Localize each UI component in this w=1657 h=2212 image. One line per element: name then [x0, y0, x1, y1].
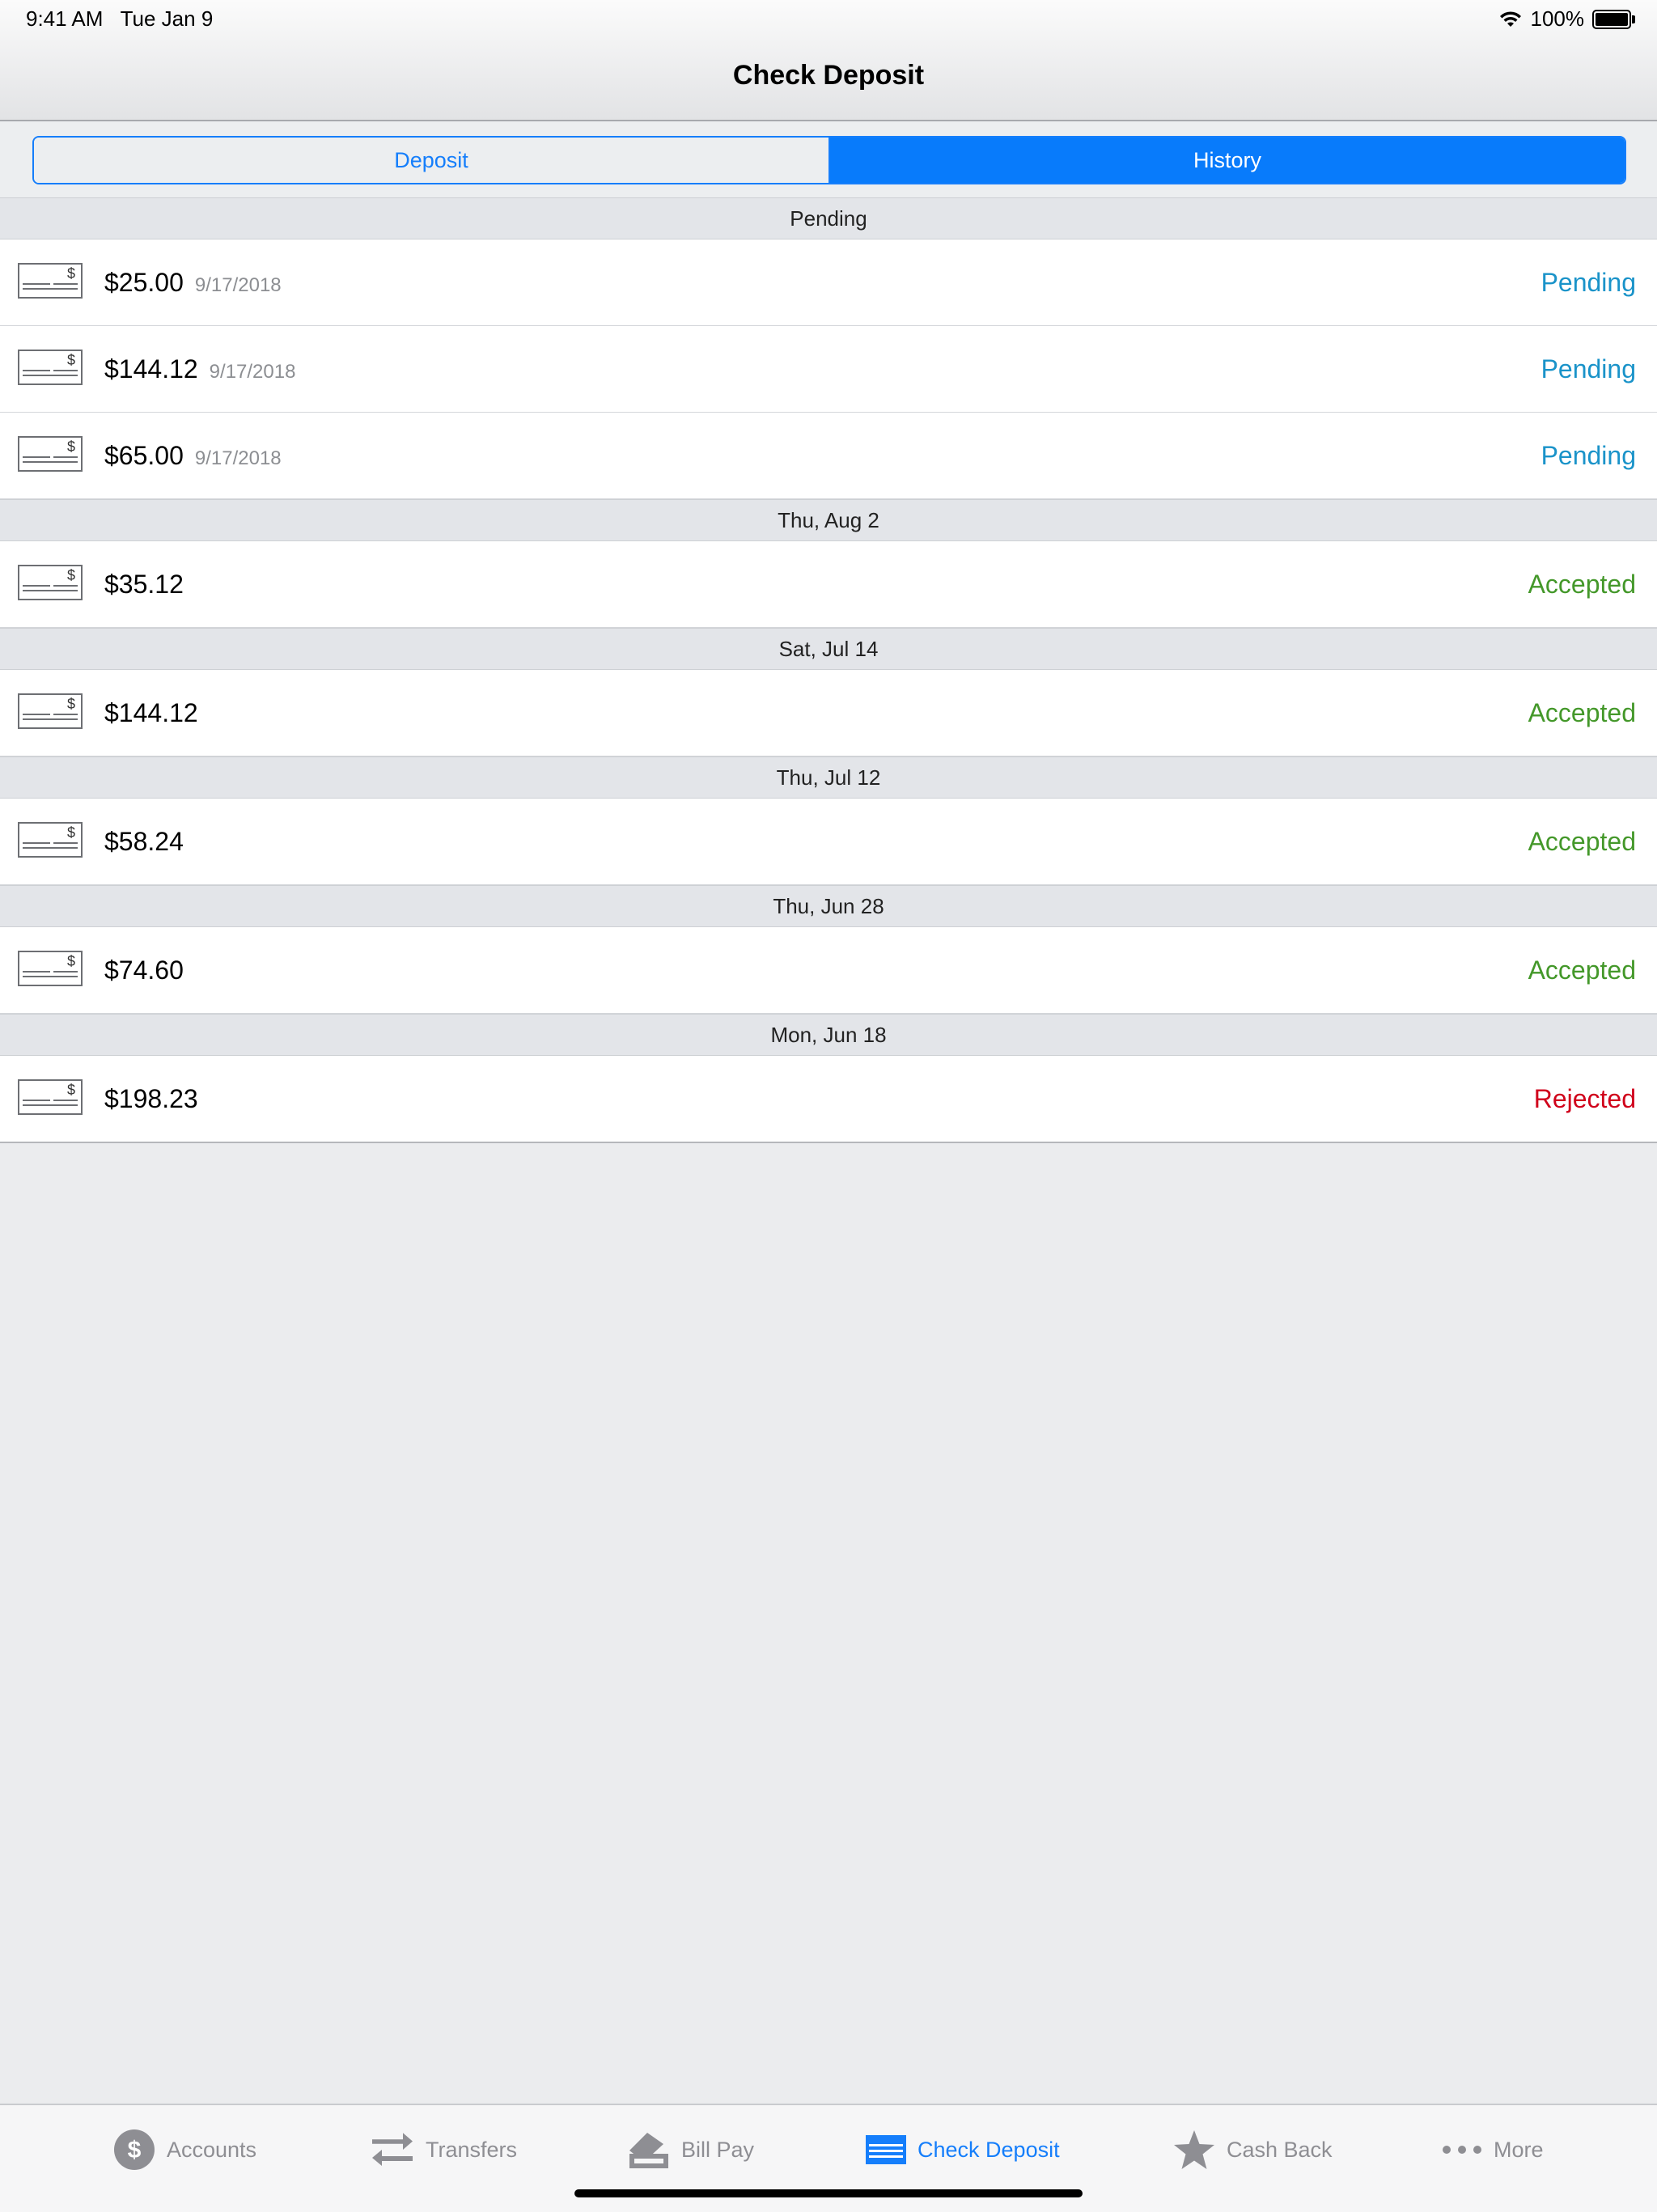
status-time: 9:41 AM [26, 6, 104, 31]
deposit-amount-group: $144.12 9/17/2018 [104, 354, 295, 384]
svg-text:$: $ [67, 953, 75, 969]
deposit-status: Accepted [1528, 697, 1636, 727]
deposit-amount: $144.12 [104, 354, 198, 383]
deposit-amount: $25.00 [104, 267, 184, 297]
tab-bill-pay[interactable]: Bill Pay [628, 2129, 754, 2170]
segment-container: Deposit History [0, 121, 1657, 199]
deposit-amount-group: $25.00 9/17/2018 [104, 268, 282, 298]
deposit-amount: $198.23 [104, 1083, 198, 1113]
bill-pay-icon [629, 2133, 668, 2168]
svg-text:$: $ [128, 2137, 142, 2163]
home-indicator [574, 2189, 1083, 2197]
deposit-amount-group: $198.23 [104, 1084, 198, 1114]
deposit-amount: $74.60 [104, 955, 184, 985]
section-header: Sat, Jul 14 [0, 628, 1657, 670]
svg-text:$: $ [67, 1082, 75, 1098]
section-header: Thu, Jun 28 [0, 885, 1657, 927]
tab-check-deposit[interactable]: Check Deposit [866, 2129, 1060, 2170]
deposit-row[interactable]: $ $65.00 9/17/2018 Pending [0, 413, 1657, 499]
battery-percent: 100% [1530, 6, 1585, 31]
status-bar-time: 9:41 AM Tue Jan 9 [26, 6, 213, 32]
battery-icon [1592, 9, 1635, 29]
deposit-row[interactable]: $ $58.24 Accepted [0, 799, 1657, 885]
section-header: Thu, Aug 2 [0, 499, 1657, 541]
deposit-amount-group: $74.60 [104, 956, 184, 985]
deposit-row[interactable]: $ $144.12 9/17/2018 Pending [0, 326, 1657, 413]
deposit-date: 9/17/2018 [194, 273, 282, 296]
deposit-status: Accepted [1528, 569, 1636, 599]
transfer-arrows-icon [372, 2133, 413, 2166]
deposit-row[interactable]: $ $25.00 9/17/2018 Pending [0, 239, 1657, 326]
more-dots-icon [1443, 2146, 1481, 2154]
deposit-amount: $65.00 [104, 440, 184, 470]
tab-label: Accounts [167, 2137, 257, 2162]
section-header: Thu, Jul 12 [0, 756, 1657, 799]
tab-label: Transfers [426, 2137, 518, 2162]
tab-label: Cash Back [1227, 2137, 1333, 2162]
deposit-status: Pending [1540, 440, 1636, 470]
check-icon: $ [18, 263, 83, 299]
deposit-status: Pending [1540, 354, 1636, 383]
segment-history[interactable]: History [830, 138, 1625, 183]
deposit-date: 9/17/2018 [209, 360, 296, 383]
section-header: Pending [0, 197, 1657, 239]
segmented-control: Deposit History [32, 136, 1626, 184]
deposit-status: Pending [1540, 267, 1636, 297]
deposit-status: Accepted [1528, 955, 1636, 985]
deposit-row[interactable]: $ $198.23 Rejected [0, 1056, 1657, 1143]
navigation-bar: 9:41 AM Tue Jan 9 100% Check Deposit [0, 0, 1657, 121]
deposit-amount: $35.12 [104, 569, 184, 599]
deposit-amount-group: $35.12 [104, 570, 184, 600]
page-title: Check Deposit [732, 60, 925, 91]
tab-label: Bill Pay [681, 2137, 755, 2162]
svg-text:$: $ [67, 352, 75, 368]
tab-label: More [1494, 2137, 1544, 2162]
dollar-icon: $ [114, 2129, 155, 2170]
svg-text:$: $ [67, 824, 75, 841]
svg-text:$: $ [67, 567, 75, 583]
svg-text:$: $ [67, 696, 75, 712]
tab-accounts[interactable]: $ Accounts [113, 2129, 256, 2170]
deposit-amount-group: $144.12 [104, 698, 198, 728]
check-icon: $ [18, 822, 83, 858]
deposit-row[interactable]: $ $144.12 Accepted [0, 670, 1657, 756]
tab-cash-back[interactable]: Cash Back [1173, 2129, 1333, 2170]
wifi-icon [1499, 11, 1521, 27]
check-icon: $ [18, 565, 83, 600]
segment-deposit[interactable]: Deposit [34, 138, 830, 183]
deposit-row[interactable]: $ $35.12 Accepted [0, 541, 1657, 628]
check-icon: $ [18, 350, 83, 385]
check-icon: $ [18, 436, 83, 472]
deposit-amount: $58.24 [104, 826, 184, 856]
deposit-amount: $144.12 [104, 697, 198, 727]
deposit-date: 9/17/2018 [194, 447, 282, 469]
star-icon [1174, 2130, 1214, 2169]
tab-more[interactable]: More [1442, 2129, 1544, 2170]
check-icon: $ [18, 1079, 83, 1115]
check-deposit-icon [866, 2135, 906, 2164]
deposit-status: Accepted [1528, 826, 1636, 856]
section-header: Mon, Jun 18 [0, 1014, 1657, 1056]
status-bar-right: 100% [1498, 6, 1635, 32]
deposit-amount-group: $58.24 [104, 827, 184, 857]
deposit-history-list: Pending $ $25.00 9/17/2018 Pending $ $144.12 9/… [0, 197, 1657, 1143]
check-icon: $ [18, 693, 83, 729]
deposit-status: Rejected [1533, 1083, 1636, 1113]
tab-label: Check Deposit [917, 2137, 1060, 2162]
status-date: Tue Jan 9 [120, 6, 214, 31]
check-icon: $ [18, 951, 83, 986]
svg-text:$: $ [67, 265, 75, 282]
deposit-amount-group: $65.00 9/17/2018 [104, 441, 282, 471]
tab-transfers[interactable]: Transfers [371, 2129, 517, 2170]
svg-text:$: $ [67, 439, 75, 455]
deposit-row[interactable]: $ $74.60 Accepted [0, 927, 1657, 1014]
